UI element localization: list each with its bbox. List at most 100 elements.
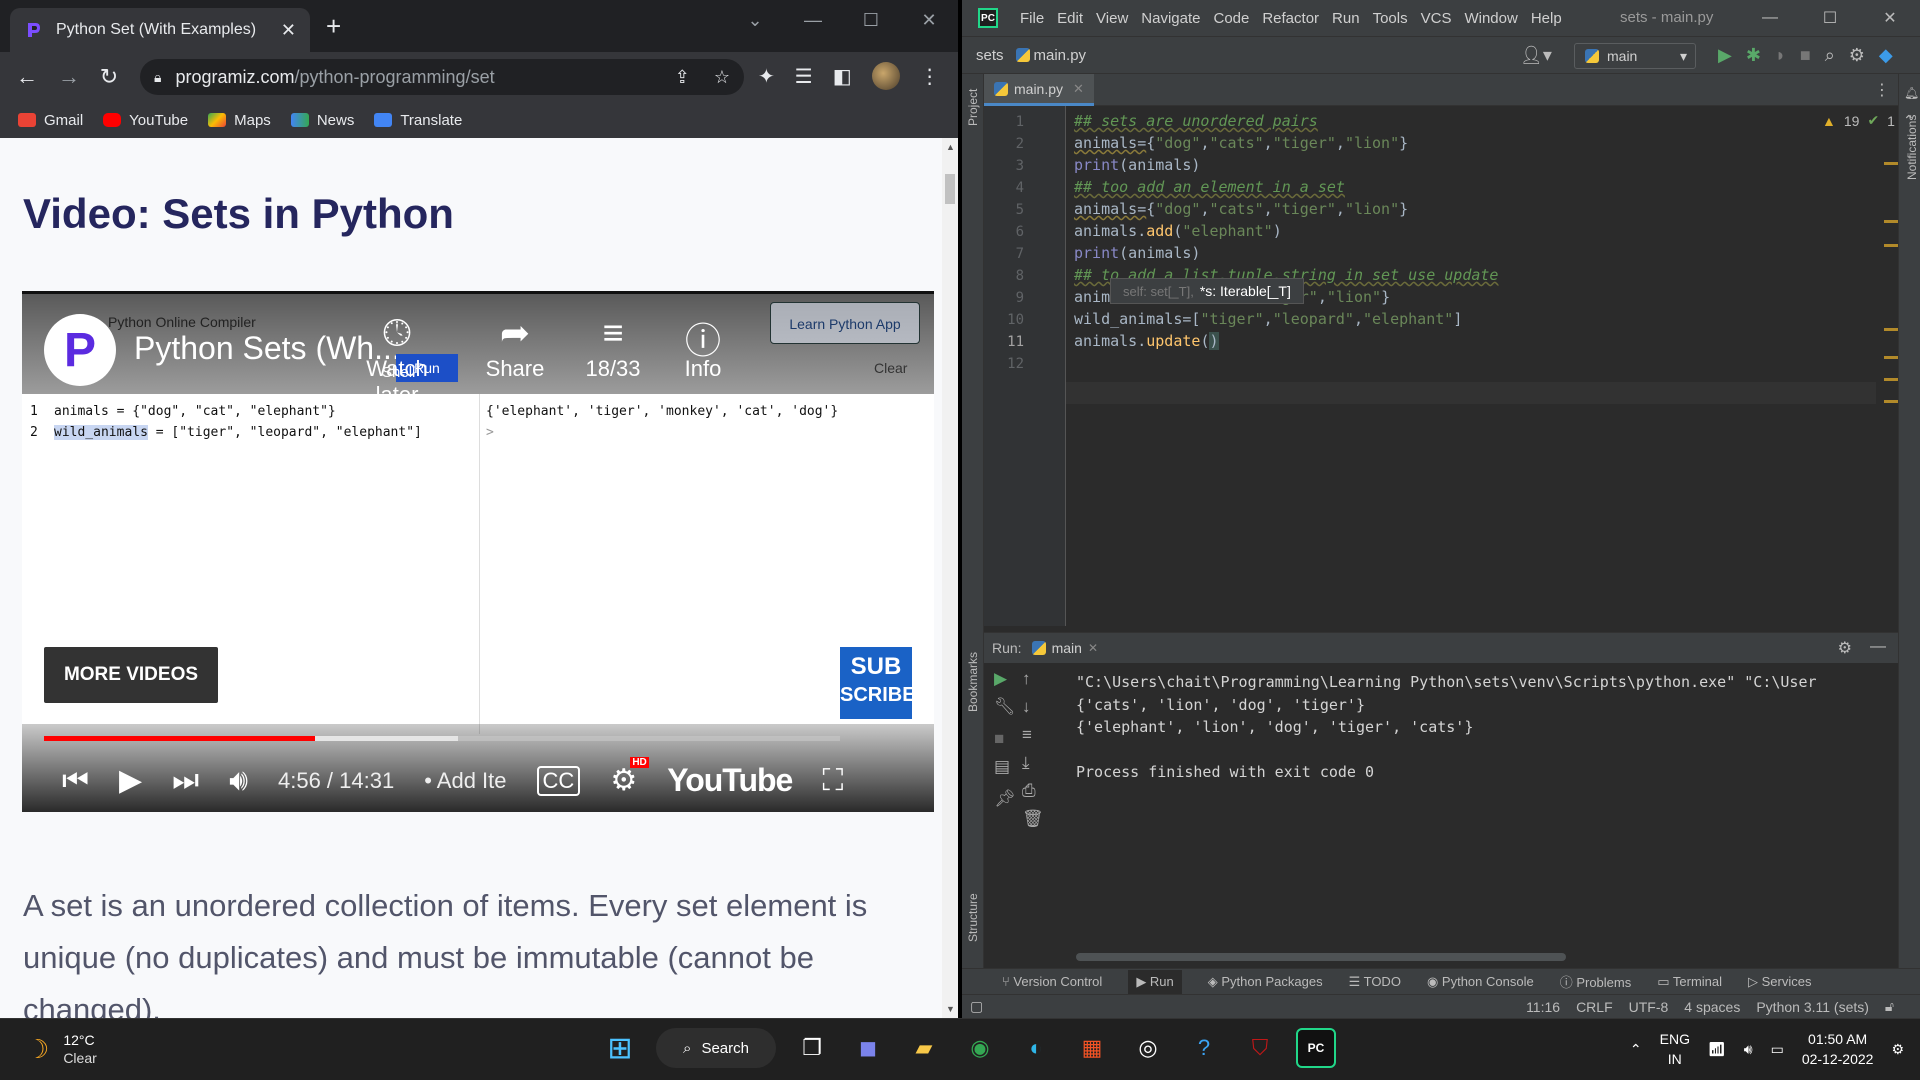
inspection-widget[interactable]: ▲19 ✔1 ⌃ ⌄: [1822, 112, 1920, 129]
tab-search-icon[interactable]: ⌄: [726, 0, 784, 40]
menu-tools[interactable]: Tools: [1373, 10, 1408, 27]
menu-run[interactable]: Run: [1332, 10, 1360, 27]
profile-avatar[interactable]: [871, 62, 900, 90]
python-packages-tab[interactable]: ◈ Python Packages: [1208, 974, 1323, 990]
programiz-logo-icon[interactable]: P: [44, 314, 116, 386]
rerun-icon[interactable]: ▶: [994, 669, 1007, 689]
user-account-icon[interactable]: 👤︎▾: [1520, 45, 1552, 66]
stop-run-icon[interactable]: ■: [994, 729, 1004, 749]
scroll-up-icon[interactable]: ▲: [946, 142, 955, 152]
app-icon[interactable]: ◎: [1128, 1028, 1168, 1068]
settings-gear-icon[interactable]: ⚙ HD: [610, 757, 649, 798]
microsoft-store-icon[interactable]: ▦: [1072, 1028, 1112, 1068]
debug-icon[interactable]: ✱: [1746, 45, 1761, 66]
console-output[interactable]: "C:\Users\chait\Programming\Learning Pyt…: [1076, 671, 1817, 784]
print-icon[interactable]: ⎙: [1022, 781, 1036, 801]
console-horizontal-scrollbar[interactable]: [1076, 953, 1566, 961]
scroll-thumb[interactable]: [945, 174, 955, 204]
bookmark-translate[interactable]: Translate: [374, 112, 462, 129]
python-console-tab[interactable]: ◉ Python Console: [1427, 974, 1534, 990]
lock-icon[interactable]: 🔓︎: [1885, 998, 1894, 1015]
stop-icon[interactable]: ■: [1800, 45, 1811, 66]
menu-code[interactable]: Code: [1213, 10, 1249, 27]
wrench-icon[interactable]: 🔧︎: [994, 697, 1016, 717]
menu-edit[interactable]: Edit: [1057, 10, 1083, 27]
editor-tab-main[interactable]: main.py ✕: [984, 74, 1094, 106]
wifi-icon[interactable]: 📶︎: [1708, 1041, 1726, 1058]
menu-window[interactable]: Window: [1464, 10, 1517, 27]
indent-setting[interactable]: 4 spaces: [1684, 999, 1740, 1015]
file-encoding[interactable]: UTF-8: [1629, 999, 1669, 1015]
chevron-up-icon[interactable]: ⌃: [1903, 112, 1915, 129]
run-tool-tab[interactable]: ▶ Run: [1128, 969, 1182, 994]
run-tab-main[interactable]: main ✕: [1022, 640, 1108, 656]
weather-widget[interactable]: ☽ 12°C Clear: [26, 1031, 97, 1067]
terminal-tab[interactable]: ▭ Terminal: [1657, 974, 1722, 990]
tips-icon[interactable]: ?: [1184, 1028, 1224, 1068]
subscribe-watermark[interactable]: SUB SCRIBE: [840, 647, 916, 719]
mcafee-icon[interactable]: ⛉: [1240, 1028, 1280, 1068]
forward-arrow-icon[interactable]: →: [54, 62, 84, 92]
clock[interactable]: 01:50 AM 02-12-2022: [1802, 1029, 1874, 1069]
tab-actions-kebab-icon[interactable]: ⋮: [1874, 80, 1890, 100]
next-icon[interactable]: ⏭: [172, 764, 199, 798]
problems-tab[interactable]: ⓘ Problems: [1560, 972, 1632, 991]
scroll-down-arrow-icon[interactable]: ↓: [1022, 697, 1031, 717]
more-videos-button[interactable]: MORE VIDEOS: [44, 647, 218, 703]
play-icon[interactable]: ▶: [119, 763, 142, 798]
scroll-to-end-icon[interactable]: ⤓: [1022, 753, 1030, 773]
breadcrumb-project[interactable]: sets: [976, 47, 1004, 64]
tray-overflow-icon[interactable]: ⌃: [1630, 1041, 1642, 1058]
ide-minimize-button[interactable]: —: [1740, 0, 1800, 36]
pin-icon[interactable]: 📌︎: [994, 789, 1016, 809]
speaker-icon[interactable]: 🔊︎: [1744, 1041, 1753, 1058]
bookmark-news[interactable]: News: [290, 112, 354, 129]
back-arrow-icon[interactable]: ←: [12, 62, 42, 92]
code-editor[interactable]: 1 2 3 4 5 6 7 8 9 10 11 12 ## sets are u…: [984, 106, 1915, 626]
chrome-icon[interactable]: ◉: [960, 1028, 1000, 1068]
python-interpreter[interactable]: Python 3.11 (sets): [1756, 999, 1869, 1015]
coverage-icon[interactable]: ◗: [1775, 45, 1786, 66]
menu-kebab-icon[interactable]: ⋮: [920, 64, 940, 89]
watch-later-button[interactable]: 🕓︎ Shell Watch later: [342, 312, 452, 408]
windows-start-icon[interactable]: ⊞: [600, 1028, 640, 1068]
breadcrumb-file[interactable]: main.py: [1034, 47, 1087, 64]
status-toggle-icon[interactable]: ▢: [970, 998, 983, 1015]
tab-close-icon[interactable]: ✕: [281, 20, 296, 41]
run-settings-icon[interactable]: ⚙: [1838, 638, 1852, 658]
menu-refactor[interactable]: Refactor: [1262, 10, 1319, 27]
volume-icon[interactable]: 🔊︎: [229, 764, 248, 798]
menu-navigate[interactable]: Navigate: [1141, 10, 1200, 27]
menu-file[interactable]: File: [1020, 10, 1044, 27]
info-button[interactable]: ⓘ Info: [648, 312, 758, 382]
bell-icon[interactable]: 🔔︎: [1904, 86, 1919, 100]
bookmark-youtube[interactable]: YouTube: [103, 112, 188, 129]
browser-tab[interactable]: Python Set (With Examples) ✕: [10, 8, 310, 52]
youtube-logo[interactable]: YouTube: [667, 762, 793, 799]
menu-view[interactable]: View: [1096, 10, 1128, 27]
close-window-button[interactable]: ✕: [900, 0, 958, 40]
reload-icon[interactable]: ↻: [94, 62, 124, 92]
search-icon[interactable]: ⌕: [1825, 45, 1835, 66]
fullscreen-icon[interactable]: ⛶: [822, 764, 843, 798]
edge-icon[interactable]: ◐: [1016, 1028, 1056, 1068]
chapter-title[interactable]: • Add Ite: [424, 768, 506, 794]
youtube-embed[interactable]: 1 animals = {"dog", "cat", "elephant"} 2…: [22, 291, 934, 812]
services-tab[interactable]: ▷ Services: [1748, 974, 1811, 990]
bookmarks-tool-tab[interactable]: Bookmarks: [966, 652, 980, 712]
minimize-button[interactable]: —: [784, 0, 842, 40]
file-explorer-icon[interactable]: ▰: [904, 1028, 944, 1068]
bookmark-maps[interactable]: Maps: [208, 112, 271, 129]
task-view-icon[interactable]: ❐: [792, 1028, 832, 1068]
notification-settings-icon[interactable]: ⚙: [1891, 1041, 1904, 1058]
menu-vcs[interactable]: VCS: [1421, 10, 1452, 27]
trash-icon[interactable]: 🗑︎: [1022, 809, 1044, 829]
share-icon[interactable]: ⇪: [675, 67, 690, 88]
teams-chat-icon[interactable]: ◼: [848, 1028, 888, 1068]
run-icon[interactable]: ▶: [1718, 45, 1732, 66]
bookmark-gmail[interactable]: Gmail: [18, 112, 83, 129]
layout-icon[interactable]: ▤: [994, 757, 1010, 777]
media-queue-icon[interactable]: ☰: [795, 64, 813, 89]
pycharm-taskbar-icon[interactable]: PC: [1296, 1028, 1336, 1068]
new-tab-button[interactable]: +: [326, 13, 341, 39]
